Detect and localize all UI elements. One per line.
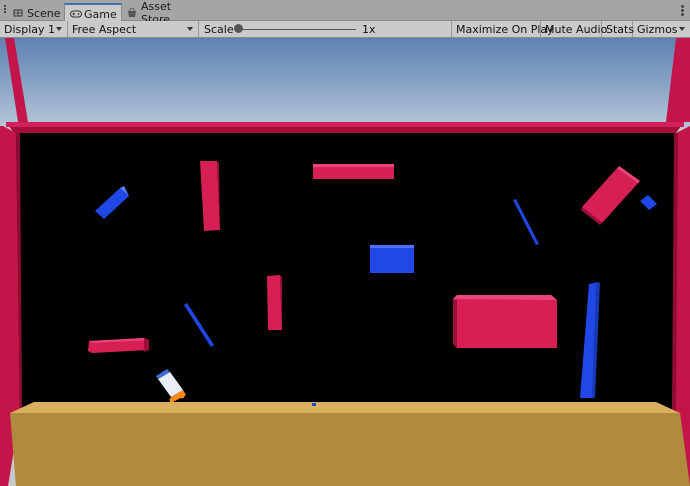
chevron-down-icon bbox=[187, 27, 193, 31]
gizmos-dropdown[interactable]: Gizmos bbox=[633, 21, 690, 37]
scale-slider-track[interactable] bbox=[238, 29, 356, 30]
floor-front bbox=[10, 413, 690, 486]
floor-marker bbox=[312, 403, 316, 406]
scale-slider-thumb[interactable] bbox=[234, 24, 243, 33]
chevron-down-icon bbox=[56, 27, 62, 31]
game-view-toolbar: Display 1 Free Aspect Scale 1x Maximize … bbox=[0, 21, 690, 38]
obstacle-red-top-bar bbox=[313, 164, 394, 179]
scale-label: Scale bbox=[204, 22, 234, 36]
scale-value: 1x bbox=[362, 23, 376, 36]
aspect-label: Free Aspect bbox=[72, 22, 137, 36]
frame-top-highlight bbox=[6, 122, 684, 127]
frame-right-top bbox=[666, 38, 690, 122]
tab-asset-store[interactable]: Asset Store bbox=[122, 0, 206, 26]
obstacle-blue-center-block bbox=[370, 245, 414, 273]
aspect-dropdown[interactable]: Free Aspect bbox=[68, 21, 199, 37]
maximize-on-play-toggle[interactable]: Maximize On Play bbox=[452, 21, 554, 37]
mute-label: Mute Audio bbox=[545, 22, 608, 36]
more-options-icon[interactable] bbox=[681, 5, 684, 16]
tab-scene[interactable]: Scene bbox=[8, 3, 64, 21]
stats-label: Stats bbox=[606, 22, 635, 36]
obstacle-red-large-block bbox=[453, 295, 557, 348]
game-viewport[interactable] bbox=[0, 38, 690, 486]
display-label: Display 1 bbox=[4, 22, 56, 36]
tab-game[interactable]: Game bbox=[64, 3, 122, 21]
tab-label: Scene bbox=[27, 6, 61, 20]
editor-tab-bar: Scene Game Asset Store bbox=[0, 0, 690, 26]
frame-left-top bbox=[5, 38, 28, 122]
game-scene bbox=[0, 38, 690, 486]
mute-audio-toggle[interactable]: Mute Audio bbox=[541, 21, 607, 37]
scene-icon bbox=[13, 8, 23, 18]
maximize-label: Maximize On Play bbox=[456, 22, 554, 36]
gizmos-label: Gizmos bbox=[637, 22, 678, 36]
asset-store-icon bbox=[127, 7, 137, 18]
tab-label: Game bbox=[84, 7, 117, 21]
floor-top bbox=[10, 402, 680, 413]
display-dropdown[interactable]: Display 1 bbox=[0, 21, 68, 37]
game-controller-icon bbox=[70, 9, 82, 19]
chevron-down-icon bbox=[679, 27, 685, 31]
obstacle-red-vertical-2 bbox=[267, 275, 282, 330]
stats-toggle[interactable]: Stats bbox=[602, 21, 635, 37]
